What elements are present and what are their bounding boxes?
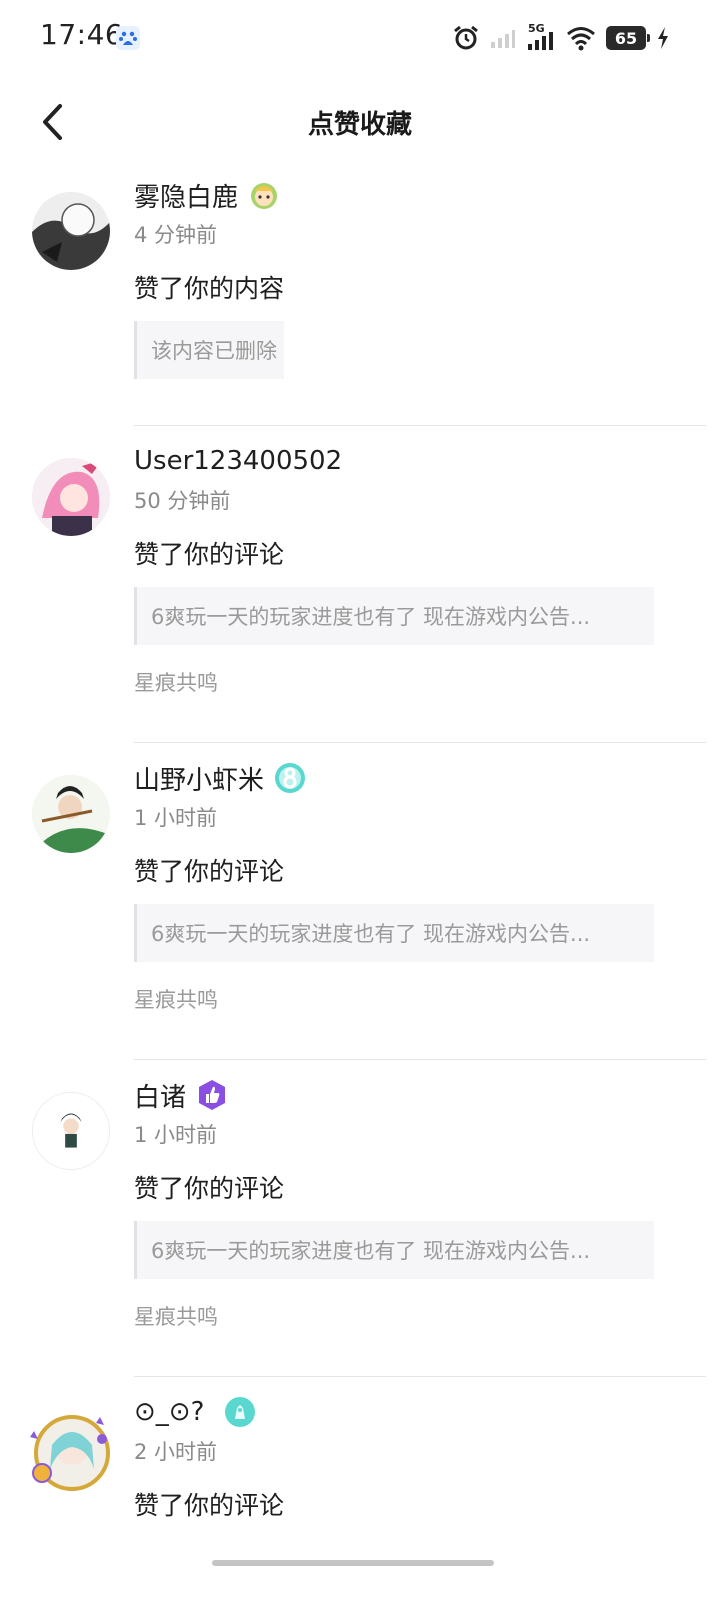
quoted-comment[interactable]: 6爽玩一天的玩家进度也有了 现在游戏内公告... [134,904,654,962]
list-item[interactable]: 白诸 1 小时前 赞了你的评论 6爽玩一天的玩家进度也有了 现在游戏内公告...… [0,1060,720,1376]
action-text: 赞了你的评论 [134,540,285,569]
teal-badge-icon [225,1397,256,1427]
signal-5g-icon: 5G [526,22,556,52]
game-tag[interactable]: 星痕共鸣 [134,984,706,1018]
signal-weak-icon [491,30,515,48]
timestamp: 4 分钟前 [134,223,218,247]
timestamp: 2 小时前 [134,1440,218,1464]
action-text: 赞了你的评论 [134,857,285,886]
timestamp: 1 小时前 [134,806,218,830]
baidu-app-icon [116,26,140,50]
notification-list: 雾隐白鹿 4 分钟前 赞了你的内容 该内容已删除 User123400502 5… [0,175,720,1577]
username[interactable]: 白诸 [134,1077,186,1114]
home-indicator[interactable] [212,1560,494,1566]
username[interactable]: ⊙_⊙? [134,1397,204,1427]
list-item[interactable]: ⊙_⊙? 2 小时前 赞了你的评论 [0,1377,720,1577]
timestamp: 50 分钟前 [134,489,231,513]
action-text: 赞了你的评论 [134,1174,285,1203]
list-item[interactable]: 山野小虾米 1 小时前 赞了你的评论 6爽玩一天的玩家进度也有了 现在游戏内公告… [0,743,720,1059]
action-text: 赞了你的内容 [134,274,285,303]
username[interactable]: 雾隐白鹿 [134,177,238,214]
wifi-icon [567,27,595,51]
list-item[interactable]: 雾隐白鹿 4 分钟前 赞了你的内容 该内容已删除 [0,175,720,425]
username[interactable]: User123400502 [134,446,342,476]
status-bar: 17:46 5G 65 [0,0,720,76]
page-title: 点赞收藏 [307,110,412,140]
battery-indicator: 65 [606,26,650,50]
avatar[interactable] [32,1092,110,1170]
alarm-icon [454,25,478,50]
avatar[interactable] [32,775,110,853]
nav-bar: 点赞收藏 [0,76,720,168]
username[interactable]: 山野小虾米 [134,760,264,797]
status-icons: 5G 65 [452,22,670,54]
action-text: 赞了你的评论 [134,1491,285,1520]
quoted-comment[interactable]: 6爽玩一天的玩家进度也有了 现在游戏内公告... [134,587,654,645]
game-tag[interactable]: 星痕共鸣 [134,667,706,701]
battery-level: 65 [614,28,638,48]
list-item[interactable]: User123400502 50 分钟前 赞了你的评论 6爽玩一天的玩家进度也有… [0,426,720,742]
timestamp: 1 小时前 [134,1123,218,1147]
status-time: 17:46 [40,18,124,51]
charging-bolt-icon [658,27,668,49]
quoted-content[interactable]: 该内容已删除 [134,321,284,379]
character-badge-icon [251,183,278,209]
game-tag[interactable]: 星痕共鸣 [134,1301,706,1335]
thumbs-up-badge-icon [199,1080,226,1110]
avatar-with-frame[interactable] [28,1409,112,1493]
avatar[interactable] [32,458,110,536]
level-8-badge-icon [275,763,306,793]
quoted-comment[interactable]: 6爽玩一天的玩家进度也有了 现在游戏内公告... [134,1221,654,1279]
avatar[interactable] [32,192,110,270]
